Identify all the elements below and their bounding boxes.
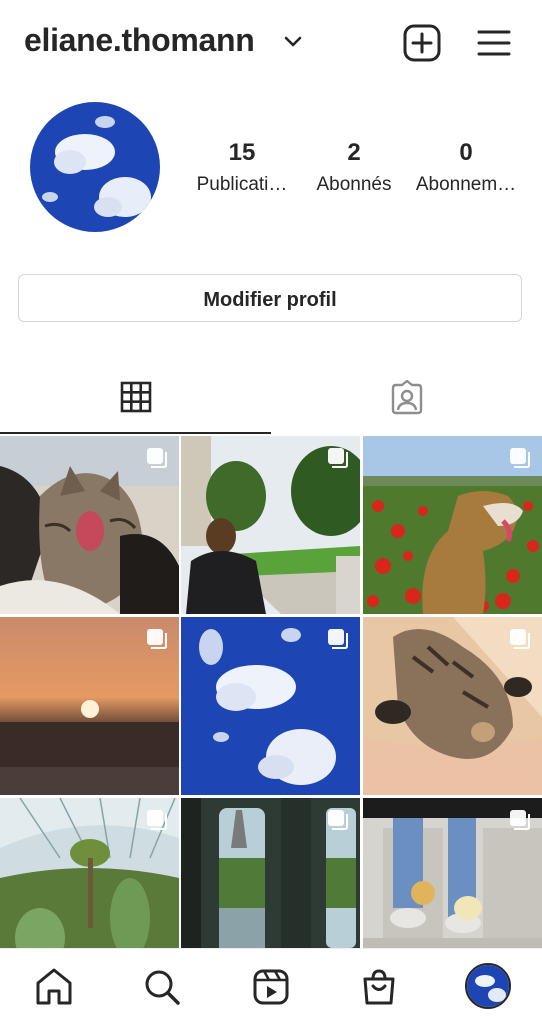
menu-icon[interactable] xyxy=(474,23,514,63)
top-bar: eliane.thomann xyxy=(0,0,542,86)
following-count[interactable]: 0 Abonnem… xyxy=(406,138,526,198)
post-park-view[interactable] xyxy=(181,436,360,614)
posts-grid xyxy=(0,436,542,948)
chevron-down-icon[interactable] xyxy=(284,36,302,48)
search-icon xyxy=(145,970,180,1005)
followers-count[interactable]: 2 Abonnés xyxy=(294,138,414,198)
post-greenhouse-plants[interactable] xyxy=(0,798,179,948)
multiple-photos-icon xyxy=(510,810,530,830)
posts-count-label: Publicati… xyxy=(196,174,288,195)
post-dog-in-poppy-field[interactable] xyxy=(363,436,542,614)
edit-profile-button[interactable]: Modifier profil xyxy=(18,274,522,322)
tab-posts-grid[interactable] xyxy=(0,360,271,434)
followers-count-label: Abonnés xyxy=(316,174,392,195)
post-chicks-and-feet[interactable] xyxy=(363,798,542,948)
multiple-photos-icon xyxy=(147,810,167,830)
posts-count[interactable]: 15 Publicati… xyxy=(182,138,302,198)
following-count-label: Abonnem… xyxy=(415,174,517,195)
post-train-window-eiffel-tower[interactable] xyxy=(181,798,360,948)
post-blue-sky-clouds[interactable] xyxy=(181,617,360,795)
multiple-photos-icon xyxy=(328,448,348,468)
grid-icon xyxy=(120,381,151,413)
new-post-icon[interactable] xyxy=(402,23,442,63)
multiple-photos-icon xyxy=(147,448,167,468)
tagged-person-icon xyxy=(391,380,422,415)
nav-reels[interactable] xyxy=(247,963,295,1011)
reels-icon xyxy=(253,969,289,1005)
followers-count-value: 2 xyxy=(347,139,361,166)
multiple-photos-icon xyxy=(510,448,530,468)
post-kitten-yawning[interactable] xyxy=(0,436,179,614)
username[interactable]: eliane.thomann xyxy=(24,22,255,59)
shop-icon xyxy=(363,969,395,1005)
tab-tagged[interactable] xyxy=(271,360,542,434)
posts-count-value: 15 xyxy=(228,139,256,166)
multiple-photos-icon xyxy=(328,629,348,649)
nav-search[interactable] xyxy=(138,963,186,1011)
bottom-navigation xyxy=(0,948,542,1025)
post-sunset[interactable] xyxy=(0,617,179,795)
post-cat-in-sun[interactable] xyxy=(363,617,542,795)
nav-profile-avatar[interactable] xyxy=(465,963,511,1009)
multiple-photos-icon xyxy=(510,629,530,649)
multiple-photos-icon xyxy=(328,810,348,830)
home-icon xyxy=(36,968,72,1005)
nav-shop[interactable] xyxy=(355,963,403,1011)
nav-home[interactable] xyxy=(30,963,78,1011)
multiple-photos-icon xyxy=(147,629,167,649)
profile-avatar[interactable] xyxy=(30,102,160,232)
following-count-value: 0 xyxy=(459,139,473,166)
